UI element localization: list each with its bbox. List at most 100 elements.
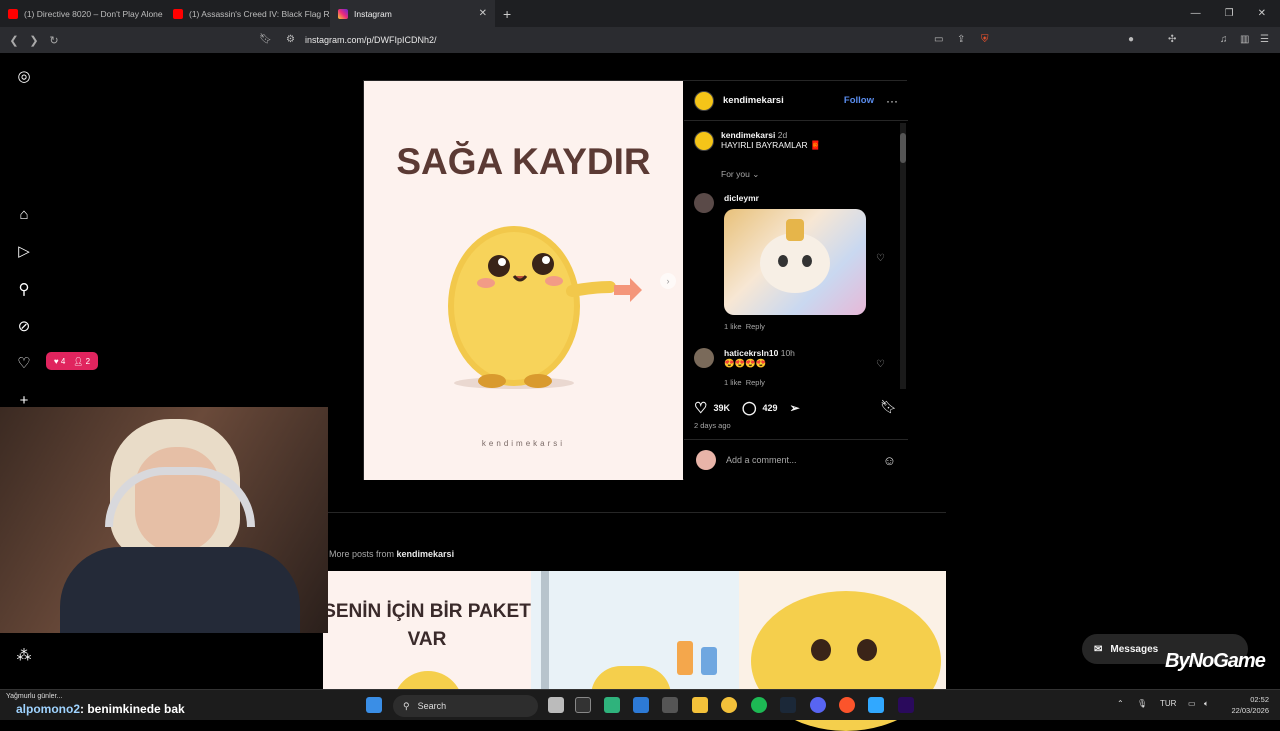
post-image-title: SAĞA KAYDIR (396, 141, 651, 182)
comment-text: 😍😍😍😍 (724, 358, 767, 368)
youtube-icon (8, 8, 18, 19)
spotify-icon[interactable] (751, 697, 767, 713)
puzzle-icon[interactable]: ✣ (1168, 34, 1176, 45)
more-posts-user[interactable]: kendimekarsi (397, 549, 455, 559)
streamer-body (60, 547, 300, 633)
like-comment-icon[interactable]: ♡ (876, 253, 885, 264)
star-app-icon[interactable] (721, 697, 737, 713)
avatar[interactable] (694, 90, 714, 111)
browser-tab-1[interactable]: (1) Directive 8020 – Don't Play Alone ✕ (0, 0, 165, 27)
reels-icon[interactable]: ▷ (14, 242, 34, 262)
reload-icon[interactable]: ↻ (44, 34, 64, 47)
comment-item: haticekrsln10 10h 😍😍😍😍 (724, 348, 795, 369)
tab-label: (1) Directive 8020 – Don't Play Alone (24, 8, 163, 19)
app-icon[interactable] (662, 697, 678, 713)
home-icon[interactable]: ⌂ (14, 205, 34, 225)
save-icon[interactable]: 🔖︎ (880, 399, 897, 415)
maximize-icon[interactable]: ❐ (1225, 8, 1234, 19)
cast-icon[interactable]: ▭ (934, 34, 943, 45)
comment-icon[interactable]: ◯ (742, 400, 757, 416)
close-window-icon[interactable]: ✕ (1258, 8, 1266, 19)
reply-button[interactable]: Reply (746, 378, 765, 387)
reply-button[interactable]: Reply (746, 322, 765, 331)
discord-icon[interactable] (810, 697, 826, 713)
instagram-icon (338, 8, 348, 19)
premiere-icon[interactable] (898, 697, 914, 713)
taskbar-search[interactable]: ⚲ Search (393, 695, 538, 717)
steam-icon[interactable] (780, 697, 796, 713)
instagram-logo-icon[interactable]: ◎ (14, 67, 34, 87)
follow-button[interactable]: Follow (844, 95, 874, 106)
tray-chevron-icon[interactable]: ⌃ (1117, 699, 1124, 708)
add-comment-input[interactable]: Add a comment... (726, 455, 797, 465)
task-view-icon[interactable] (548, 697, 564, 713)
url-field[interactable]: instagram.com/p/DWFIpICDNh2/ (305, 35, 437, 45)
music-icon[interactable]: ♫ (1220, 34, 1228, 45)
notifications-heart-icon[interactable]: ♡ (14, 354, 34, 374)
more-options-icon[interactable]: ··· (886, 94, 898, 108)
browser-tab-3[interactable]: Instagram ✕ (330, 0, 495, 27)
share-icon[interactable]: ➢ (790, 401, 800, 415)
share-icon[interactable]: ⇪ (957, 34, 965, 45)
address-bar: ❮ ❯ ↻ 🔖︎ ⚙ instagram.com/p/DWFIpICDNh2/ … (0, 27, 1280, 53)
terminal-icon[interactable] (575, 697, 591, 713)
thumbnail-text: SENİN İÇİN BİR PAKET VAR (323, 601, 531, 650)
emoji-icon[interactable]: ☺ (883, 453, 896, 468)
next-slide-icon[interactable]: › (660, 273, 676, 289)
menu-icon[interactable]: ☰ (1260, 34, 1269, 45)
caption-time: 2d (777, 130, 788, 140)
post-thumbnail[interactable] (739, 571, 946, 731)
weather-widget[interactable]: Yağmurlu günler... (6, 693, 62, 700)
avatar[interactable] (694, 193, 714, 213)
forward-icon[interactable]: ❯ (24, 34, 44, 47)
more-icon[interactable]: ⁂ (14, 646, 34, 666)
extension-icon[interactable]: ● (1128, 34, 1134, 45)
display-icon[interactable]: ▭ (1188, 699, 1196, 708)
post-image[interactable]: SAĞA KAYDIR › kendimekarsi (364, 81, 683, 480)
comment-sort-dropdown[interactable]: For you ⌄ (721, 169, 759, 180)
minimize-icon[interactable]: — (1191, 8, 1201, 19)
chat-user: alpomono2 (16, 702, 81, 716)
tab-label: (1) Assassin's Creed IV: Black Flag Re (189, 8, 330, 19)
post-author[interactable]: kendimekarsi (723, 95, 784, 106)
site-info-icon[interactable]: ⚙ (286, 34, 295, 45)
comment-user[interactable]: haticekrsln10 (724, 348, 778, 358)
comments-scrollbar[interactable] (900, 123, 906, 389)
bookmark-icon[interactable]: 🔖︎ (259, 34, 272, 45)
explore-icon[interactable]: ⊘ (14, 317, 34, 337)
volume-icon[interactable]: 🔈︎ (1204, 699, 1209, 709)
new-tab-button[interactable]: + (495, 6, 519, 22)
post-dialog: SAĞA KAYDIR › kendimekarsi kendimekarsi … (363, 80, 908, 480)
avatar[interactable] (694, 348, 714, 368)
language-indicator[interactable]: TUR (1160, 699, 1176, 708)
like-icon[interactable]: ♡ (694, 399, 707, 417)
comment-user[interactable]: dicleymr (724, 193, 759, 203)
like-count-badge: ♥ 4 (53, 356, 66, 366)
like-comment-icon[interactable]: ♡ (876, 359, 885, 370)
brave-shield-icon[interactable]: ⛨ (981, 34, 989, 45)
file-explorer-icon[interactable] (692, 697, 708, 713)
microphone-icon[interactable]: 🎙︎ (1137, 699, 1147, 708)
system-clock[interactable]: 02:52 22/03/2026 (1225, 694, 1269, 716)
chat-message: : benimkinede bak (80, 702, 185, 716)
vscode-icon[interactable] (633, 697, 649, 713)
pycharm-icon[interactable] (604, 697, 620, 713)
comment-time: 10h (780, 348, 795, 358)
caption-author[interactable]: kendimekarsi (721, 130, 775, 140)
search-icon: ⚲ (403, 700, 410, 711)
messages-label: Messages (1110, 643, 1159, 655)
follow-count-badge: 👤︎ 2 (73, 356, 91, 366)
webcam-overlay (0, 407, 328, 633)
search-icon[interactable]: ⚲ (14, 280, 34, 300)
back-icon[interactable]: ❮ (4, 34, 24, 47)
post-thumbnail[interactable] (531, 571, 739, 696)
divider (328, 512, 946, 513)
photoshop-icon[interactable] (868, 697, 884, 713)
avatar[interactable] (694, 131, 714, 151)
sidebar-icon[interactable]: ▥ (1240, 34, 1249, 45)
brave-icon[interactable] (839, 697, 855, 713)
close-icon[interactable]: ✕ (479, 8, 487, 19)
windows-start-icon[interactable] (366, 697, 382, 713)
post-thumbnail[interactable]: SENİN İÇİN BİR PAKET VAR (323, 571, 531, 711)
browser-tab-2[interactable]: (1) Assassin's Creed IV: Black Flag Re ✕ (165, 0, 330, 27)
